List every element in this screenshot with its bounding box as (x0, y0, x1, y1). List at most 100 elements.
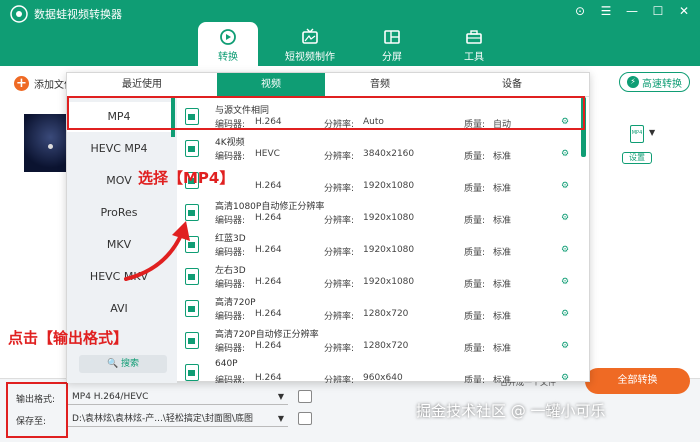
resolution-value: 1280x720 (363, 309, 409, 319)
preset-row[interactable]: 红蓝3D 编码器: H.264 分辨率: 1920x1080 质量: 标准 ⚙ (177, 228, 581, 260)
resolution-value: 1920x1080 (363, 213, 415, 223)
resolution-value: 3840x2160 (363, 149, 415, 159)
gear-icon[interactable]: ⚙ (561, 341, 569, 351)
plus-icon: + (14, 75, 29, 91)
encoder-label: 编码器: (215, 152, 246, 162)
tab-video[interactable]: 视频 (217, 73, 325, 97)
preset-row[interactable]: 高清1080P自动修正分辨率 编码器: H.264 分辨率: 1920x1080… (177, 196, 581, 228)
quality-value: 标准 (493, 152, 512, 162)
chevron-down-icon[interactable]: ▼ (649, 128, 655, 137)
gear-icon[interactable]: ⚙ (561, 277, 569, 287)
maximize-icon[interactable]: ☐ (648, 3, 668, 19)
app-title: 数据蛙视频转换器 (34, 8, 122, 21)
encoder-value: H.264 (255, 245, 282, 255)
fast-convert-button[interactable]: ⚡ 高速转换 (619, 72, 690, 92)
resolution-label: 分辨率: (324, 216, 355, 226)
resolution-label: 分辨率: (324, 344, 355, 354)
resolution-label: 分辨率: (324, 312, 355, 322)
format-settings-icon[interactable] (298, 390, 312, 403)
moon-graphic (48, 144, 53, 149)
toolbox-icon (466, 30, 482, 44)
output-format-select[interactable]: MP4 H.264/HEVC ▼ (68, 389, 288, 405)
gear-icon[interactable]: ⚙ (561, 245, 569, 255)
chevron-down-icon: ▼ (277, 392, 284, 401)
quality-value: 标准 (493, 312, 512, 322)
folder-icon[interactable] (298, 412, 312, 425)
tab-audio[interactable]: 音频 (325, 73, 435, 97)
gear-icon[interactable]: ⚙ (561, 213, 569, 223)
gear-icon[interactable]: ⚙ (561, 309, 569, 319)
format-item-hevc-mp4[interactable]: HEVC MP4 (67, 134, 171, 164)
gear-icon[interactable]: ⚙ (561, 149, 569, 159)
format-item-avi[interactable]: AVI (67, 294, 171, 324)
quality-label: 质量: (464, 376, 486, 383)
preset-row[interactable]: 高清720P自动修正分辨率 编码器: H.264 分辨率: 1280x720 质… (177, 324, 581, 356)
feedback-icon[interactable]: ⊙ (570, 3, 590, 19)
annotation-click-output: 点击【输出格式】 (8, 329, 129, 347)
preset-name: 640P (215, 359, 238, 369)
encoder-label: 编码器: (215, 312, 246, 322)
tab-short-video-label: 短视频制作 (285, 52, 335, 63)
output-format-icon[interactable]: MP4 (630, 125, 644, 143)
encoder-value: H.264 (255, 277, 282, 287)
split-screen-icon (384, 30, 400, 44)
convert-all-button[interactable]: 全部转换 (585, 368, 690, 394)
format-search-button[interactable]: 🔍 搜索 (79, 355, 167, 373)
preset-list: 与源文件相同 编码器: H.264 分辨率: Auto 质量: 自动 ⚙ 4K视… (177, 97, 589, 383)
save-path-value: D:\袁林炫\袁林炫-产...\轻松搞定\封面图\底图 (72, 414, 253, 424)
chevron-down-icon: ▼ (277, 414, 284, 423)
close-icon[interactable]: ✕ (674, 3, 694, 19)
quality-value: 标准 (493, 216, 512, 226)
encoder-label: 编码器: (215, 376, 246, 383)
tab-convert[interactable]: 转换 (198, 22, 258, 66)
resolution-value: 1920x1080 (363, 277, 415, 287)
title-bar: 数据蛙视频转换器 ⊙ ☰ — ☐ ✕ 转换 短视频制作 分屏 工具 (0, 0, 700, 66)
tab-recent[interactable]: 最近使用 (67, 73, 217, 97)
highlight-output-box (6, 382, 68, 438)
preset-row[interactable]: 4K视频 编码器: HEVC 分辨率: 3840x2160 质量: 标准 ⚙ (177, 132, 581, 164)
video-file-icon (185, 140, 199, 157)
encoder-label: 编码器: (215, 248, 246, 258)
watermark: 掘金技术社区 @ 一罐小可乐 (416, 402, 606, 420)
resolution-value: 1280x720 (363, 341, 409, 351)
resolution-value: 1920x1080 (363, 181, 415, 191)
gear-icon[interactable]: ⚙ (561, 181, 569, 191)
preset-row[interactable]: H.264 分辨率: 1920x1080 质量: 标准 ⚙ (177, 164, 581, 196)
gear-icon[interactable]: ⚙ (561, 373, 569, 383)
settings-button[interactable]: 设置 (622, 152, 652, 164)
highlight-mp4-box (67, 96, 585, 130)
quality-label: 质量: (464, 280, 486, 290)
tab-convert-label: 转换 (218, 52, 238, 63)
video-thumbnail[interactable] (24, 114, 68, 172)
menu-icon[interactable]: ☰ (596, 3, 616, 19)
tab-split-screen[interactable]: 分屏 (362, 22, 422, 66)
encoder-label: 编码器: (215, 280, 246, 290)
dialog-tabs: 最近使用 视频 音频 设备 (67, 73, 589, 97)
quality-label: 质量: (464, 248, 486, 258)
preset-row[interactable]: 640P 编码器: H.264 分辨率: 960x640 质量: 标准 ⚙ (177, 356, 581, 383)
encoder-value: H.264 (255, 213, 282, 223)
tab-tools-label: 工具 (464, 52, 484, 63)
resolution-label: 分辨率: (324, 376, 355, 383)
encoder-label: 编码器: (215, 344, 246, 354)
save-path-select[interactable]: D:\袁林炫\袁林炫-产...\轻松搞定\封面图\底图 ▼ (68, 411, 288, 427)
add-file-button[interactable]: + 添加文件 (14, 74, 74, 92)
convert-icon (220, 29, 236, 45)
preset-row[interactable]: 高清720P 编码器: H.264 分辨率: 1280x720 质量: 标准 ⚙ (177, 292, 581, 324)
preset-row[interactable]: 左右3D 编码器: H.264 分辨率: 1920x1080 质量: 标准 ⚙ (177, 260, 581, 292)
output-format-value: MP4 H.264/HEVC (72, 392, 149, 402)
encoder-value: H.264 (255, 373, 282, 383)
tab-tools[interactable]: 工具 (444, 22, 504, 66)
encoder-value: H.264 (255, 341, 282, 351)
resolution-value: 1920x1080 (363, 245, 415, 255)
tab-device[interactable]: 设备 (435, 73, 589, 97)
encoder-value: HEVC (255, 149, 280, 159)
minimize-icon[interactable]: — (622, 3, 642, 19)
preset-name: 高清720P (215, 298, 256, 308)
encoder-value: H.264 (255, 309, 282, 319)
red-arrow-icon (124, 221, 190, 281)
quality-label: 质量: (464, 344, 486, 354)
video-file-icon (185, 300, 199, 317)
tab-short-video[interactable]: 短视频制作 (280, 22, 340, 66)
quality-label: 质量: (464, 312, 486, 322)
